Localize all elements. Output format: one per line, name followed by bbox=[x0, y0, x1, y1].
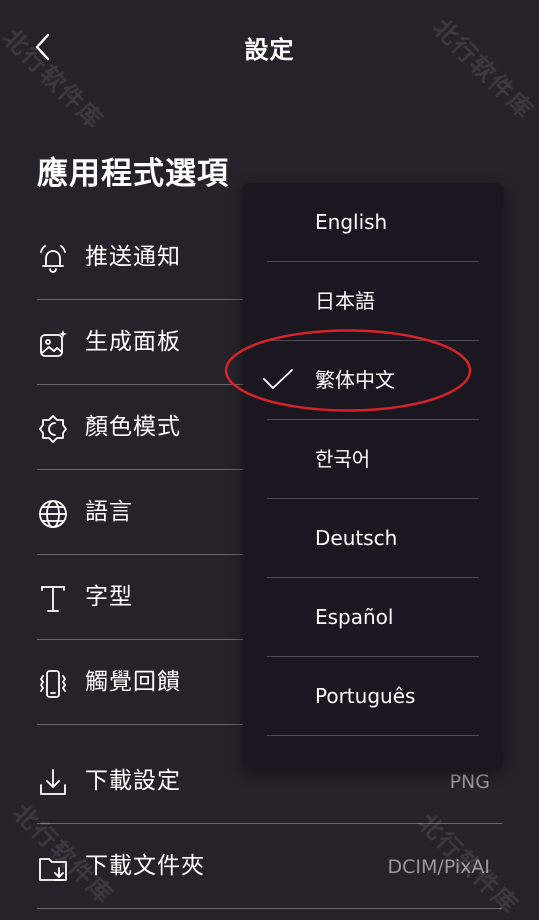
row-value: PNG bbox=[449, 771, 490, 793]
globe-icon bbox=[37, 498, 69, 530]
language-option-japanese[interactable]: 日本語 bbox=[267, 262, 479, 341]
color-mode-gear-icon bbox=[37, 413, 69, 445]
option-label: Español bbox=[315, 605, 394, 629]
download-icon bbox=[37, 767, 69, 799]
language-option-german[interactable]: Deutsch bbox=[267, 499, 479, 578]
section-title: 應用程式選項 bbox=[37, 156, 229, 192]
option-label: Português bbox=[315, 684, 416, 708]
option-label: 한국어 bbox=[315, 447, 371, 471]
option-label: English bbox=[315, 210, 388, 234]
image-sparkle-icon bbox=[37, 328, 69, 360]
language-option-english[interactable]: English bbox=[267, 183, 479, 262]
bell-icon bbox=[37, 243, 69, 275]
font-icon bbox=[37, 583, 69, 615]
row-divider bbox=[37, 908, 502, 909]
watermark: 北行软件库 bbox=[427, 13, 539, 126]
row-label: 生成面板 bbox=[85, 329, 181, 355]
row-label: 下載設定 bbox=[85, 768, 181, 794]
option-label: 繁体中文 bbox=[315, 368, 395, 392]
option-label: Deutsch bbox=[315, 526, 398, 550]
row-label: 字型 bbox=[85, 584, 133, 610]
option-divider bbox=[267, 735, 479, 736]
language-dropdown: English 日本語 繁体中文 한국어 Deutsch Español Por… bbox=[243, 183, 503, 769]
language-option-traditional-chinese[interactable]: 繁体中文 bbox=[263, 341, 479, 420]
row-label: 顏色模式 bbox=[85, 414, 181, 440]
language-option-korean[interactable]: 한국어 bbox=[267, 420, 479, 499]
row-label: 語言 bbox=[85, 499, 133, 525]
row-label: 推送通知 bbox=[85, 244, 181, 270]
checkmark-icon bbox=[261, 361, 295, 395]
language-option-portuguese[interactable]: Português bbox=[267, 657, 479, 736]
language-option-spanish[interactable]: Español bbox=[267, 578, 479, 657]
phone-vibrate-icon bbox=[37, 668, 69, 700]
row-label: 觸覺回饋 bbox=[85, 669, 181, 695]
option-label: 日本語 bbox=[315, 289, 375, 313]
settings-screen: 設定 應用程式選項 推送通知 生成面板 顏色模式 語言 字型 觸覺回饋 下載設定… bbox=[0, 0, 539, 920]
